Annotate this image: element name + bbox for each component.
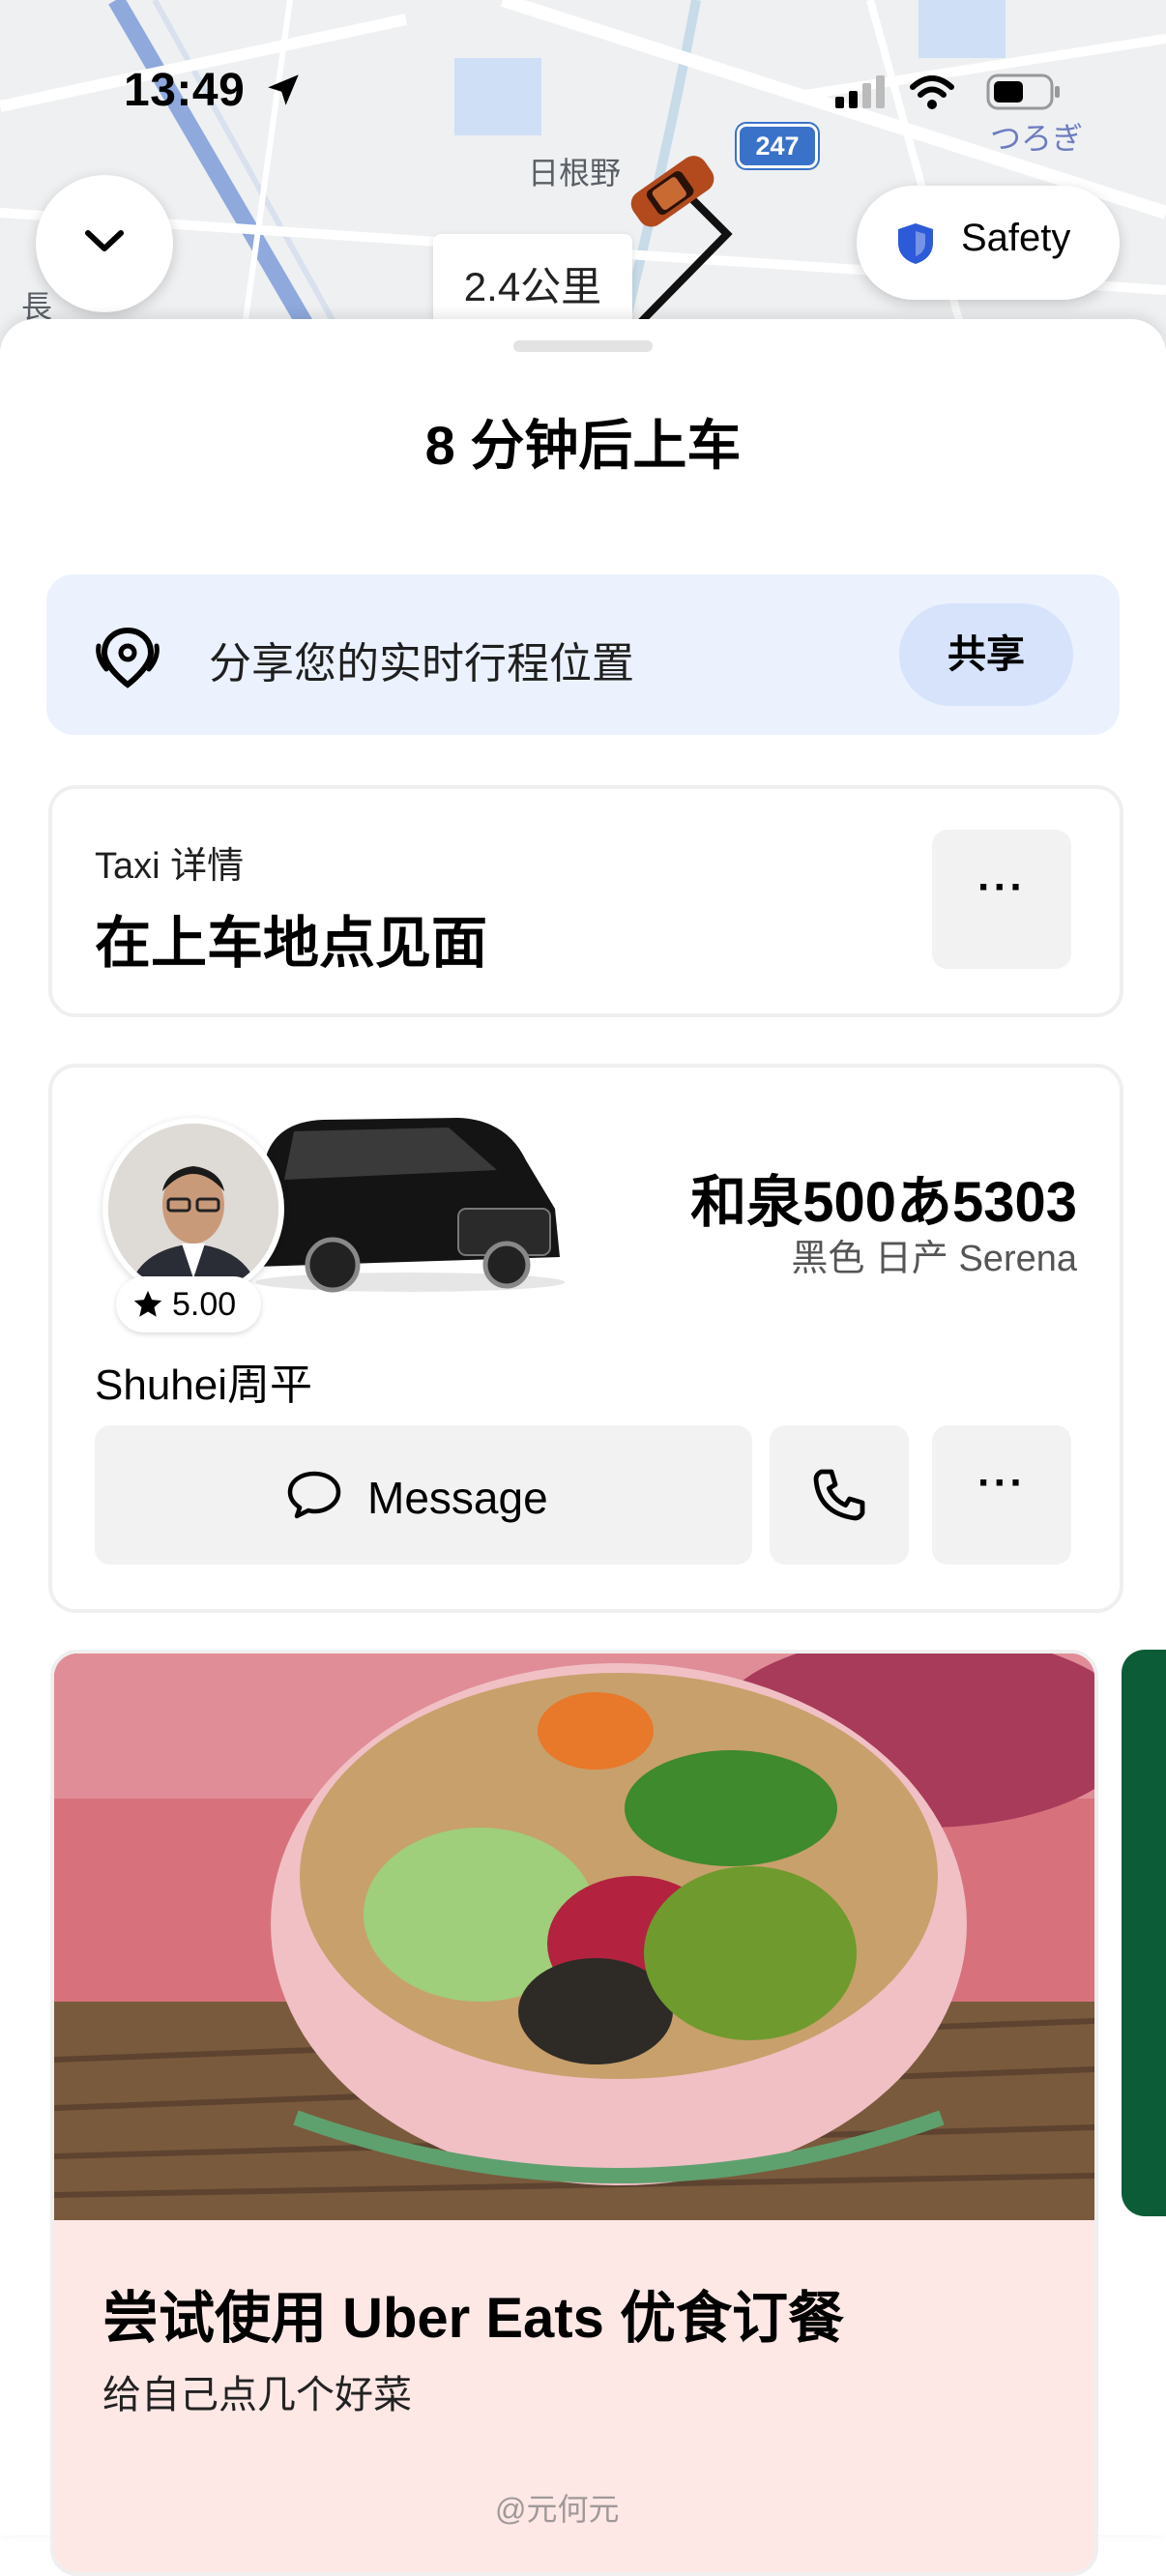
location-arrow-icon <box>268 74 299 105</box>
share-trip-card: 分享您的实时行程位置 共享 <box>46 574 1120 735</box>
message-label: Message <box>367 1473 548 1523</box>
shield-icon <box>898 223 933 264</box>
battery-icon <box>986 73 1060 110</box>
license-plate: 和泉500あ5303 <box>690 1171 1077 1234</box>
map-view[interactable]: 13:49 日根野 つろぎ 長 247 2.4公里 Safety <box>0 0 1166 348</box>
eta-title: 8 分钟后上车 <box>424 415 742 476</box>
safety-label: Safety <box>961 217 1071 259</box>
vehicle-description: 黑色 日产 Serena <box>791 1239 1077 1279</box>
safety-button[interactable]: Safety <box>857 186 1120 300</box>
wifi-icon <box>910 75 954 109</box>
signal-icon <box>835 75 885 108</box>
star-icon <box>133 1290 162 1317</box>
message-button[interactable]: Message <box>95 1425 752 1565</box>
car-icon <box>630 156 714 227</box>
status-time: 13:49 <box>124 65 246 116</box>
uber-eats-promo-card[interactable]: 尝试使用 Uber Eats 优食订餐 给自己点几个好菜 <box>50 1650 1098 2576</box>
food-bowl-image <box>54 1654 1094 2220</box>
phone-icon <box>813 1469 865 1521</box>
promo-subtitle: 给自己点几个好菜 <box>102 2374 412 2416</box>
share-button[interactable]: 共享 <box>899 603 1073 706</box>
chat-bubble-icon <box>287 1471 341 1519</box>
map-label-hineno: 日根野 <box>528 156 622 190</box>
taxi-details-card: Taxi 详情 在上车地点见面 ··· <box>48 785 1123 1017</box>
driver-photo <box>108 1124 278 1294</box>
sheet-grabber[interactable] <box>513 340 653 352</box>
more-icon[interactable]: ··· <box>932 1425 1071 1565</box>
status-icons <box>835 73 1060 110</box>
route-shield: 247 <box>737 124 818 168</box>
taxi-details-label: Taxi 详情 <box>95 846 245 887</box>
chevron-down-icon <box>85 230 124 251</box>
collapse-button[interactable] <box>36 175 173 312</box>
driver-name: Shuhei周平 <box>95 1361 313 1409</box>
next-promo-card-peek[interactable] <box>1122 1650 1166 2216</box>
pickup-instruction: 在上车地点见面 <box>95 912 488 975</box>
promo-title: 尝试使用 Uber Eats 优食订餐 <box>102 2287 844 2350</box>
driver-rating: 5.00 <box>116 1276 261 1332</box>
share-trip-text: 分享您的实时行程位置 <box>209 640 634 688</box>
driver-card: 5.00 和泉500あ5303 黑色 日产 Serena Shuhei周平 Me… <box>48 1064 1123 1613</box>
call-button[interactable] <box>770 1425 909 1565</box>
avatar[interactable] <box>102 1118 284 1300</box>
location-pin-icon <box>96 627 160 688</box>
map-label-tsurugi: つろぎ <box>990 121 1084 156</box>
rating-value: 5.00 <box>172 1286 237 1323</box>
more-icon[interactable]: ··· <box>932 830 1071 969</box>
watermark: @元何元 <box>495 2492 620 2527</box>
